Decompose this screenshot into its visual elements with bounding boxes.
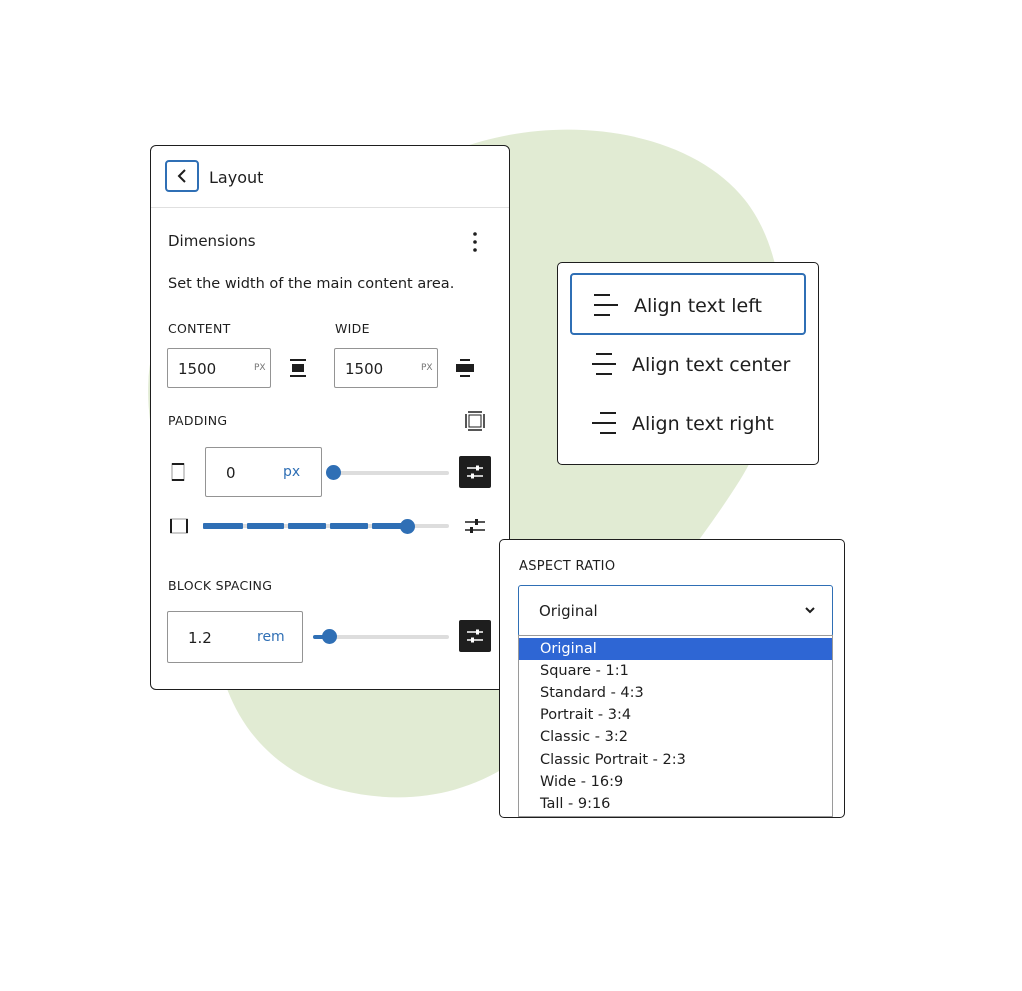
panel-header: Layout bbox=[151, 146, 509, 208]
padding-value: 0 bbox=[226, 464, 236, 482]
panel-title: Layout bbox=[209, 168, 264, 187]
aspect-option[interactable]: Classic - 3:2 bbox=[519, 726, 832, 748]
layout-panel: Layout Dimensions Set the width of the m… bbox=[150, 145, 510, 690]
aspect-option[interactable]: Wide - 16:9 bbox=[519, 771, 832, 793]
content-width-icon bbox=[290, 359, 306, 377]
content-unit: PX bbox=[254, 363, 266, 373]
chevron-left-icon bbox=[177, 169, 186, 183]
aspect-ratio-options: Original Square - 1:1 Standard - 4:3 Por… bbox=[518, 635, 833, 817]
sliders-icon bbox=[467, 629, 483, 643]
padding-slider-thumb[interactable] bbox=[326, 465, 341, 480]
dimensions-description: Set the width of the main content area. bbox=[168, 276, 455, 292]
padding-label: PADDING bbox=[168, 413, 228, 428]
aspect-option[interactable]: Original bbox=[519, 638, 832, 661]
align-center-icon bbox=[592, 353, 616, 375]
content-label: CONTENT bbox=[168, 321, 231, 336]
block-spacing-value: 1.2 bbox=[188, 629, 212, 647]
aspect-ratio-card: ASPECT RATIO Original Original Square - … bbox=[499, 539, 845, 818]
align-center-option[interactable]: Align text center bbox=[570, 334, 806, 396]
wide-label: WIDE bbox=[335, 321, 370, 336]
padding-vertical-icon bbox=[171, 463, 185, 481]
block-spacing-input[interactable]: 1.2 rem bbox=[167, 611, 303, 663]
wide-unit: PX bbox=[421, 363, 433, 373]
chevron-down-icon bbox=[805, 607, 815, 614]
align-center-label: Align text center bbox=[632, 354, 791, 376]
aspect-option[interactable]: Square - 1:1 bbox=[519, 660, 832, 682]
padding-horizontal-icon bbox=[170, 518, 188, 534]
block-spacing-label: BLOCK SPACING bbox=[168, 578, 273, 593]
align-right-option[interactable]: Align text right bbox=[570, 393, 806, 455]
more-options-icon[interactable] bbox=[467, 230, 483, 254]
align-text-menu: Align text left Align text center Align … bbox=[557, 262, 819, 465]
back-button[interactable] bbox=[165, 160, 199, 192]
align-left-icon bbox=[594, 294, 618, 316]
wide-value: 1500 bbox=[345, 360, 384, 378]
aspect-option[interactable]: Standard - 4:3 bbox=[519, 682, 832, 704]
content-value: 1500 bbox=[178, 360, 217, 378]
block-spacing-custom-button[interactable] bbox=[459, 620, 491, 652]
wide-width-icon bbox=[456, 359, 474, 377]
sliders-icon[interactable] bbox=[463, 516, 487, 536]
block-spacing-thumb[interactable] bbox=[322, 629, 337, 644]
wide-width-input[interactable]: 1500 PX bbox=[334, 348, 438, 388]
dimensions-title: Dimensions bbox=[168, 232, 256, 250]
aspect-ratio-select[interactable]: Original bbox=[518, 585, 833, 637]
padding-horizontal-thumb[interactable] bbox=[400, 519, 415, 534]
aspect-ratio-label: ASPECT RATIO bbox=[519, 559, 616, 574]
align-right-label: Align text right bbox=[632, 413, 774, 435]
block-spacing-unit: rem bbox=[257, 629, 285, 645]
aspect-option[interactable]: Tall - 9:16 bbox=[519, 793, 832, 815]
padding-custom-button[interactable] bbox=[459, 456, 491, 488]
aspect-ratio-current: Original bbox=[539, 602, 598, 620]
align-right-icon bbox=[592, 412, 616, 434]
padding-slider-track[interactable] bbox=[333, 471, 449, 475]
align-left-label: Align text left bbox=[634, 295, 763, 317]
aspect-option[interactable]: Portrait - 3:4 bbox=[519, 704, 832, 726]
content-width-input[interactable]: 1500 PX bbox=[167, 348, 271, 388]
align-left-option[interactable]: Align text left bbox=[570, 273, 806, 335]
padding-sides-icon[interactable] bbox=[464, 410, 486, 432]
sliders-icon bbox=[467, 465, 483, 479]
padding-input[interactable]: 0 px bbox=[205, 447, 322, 497]
padding-horizontal-marks bbox=[203, 523, 410, 529]
aspect-option[interactable]: Classic Portrait - 2:3 bbox=[519, 749, 832, 771]
padding-unit: px bbox=[283, 464, 301, 480]
